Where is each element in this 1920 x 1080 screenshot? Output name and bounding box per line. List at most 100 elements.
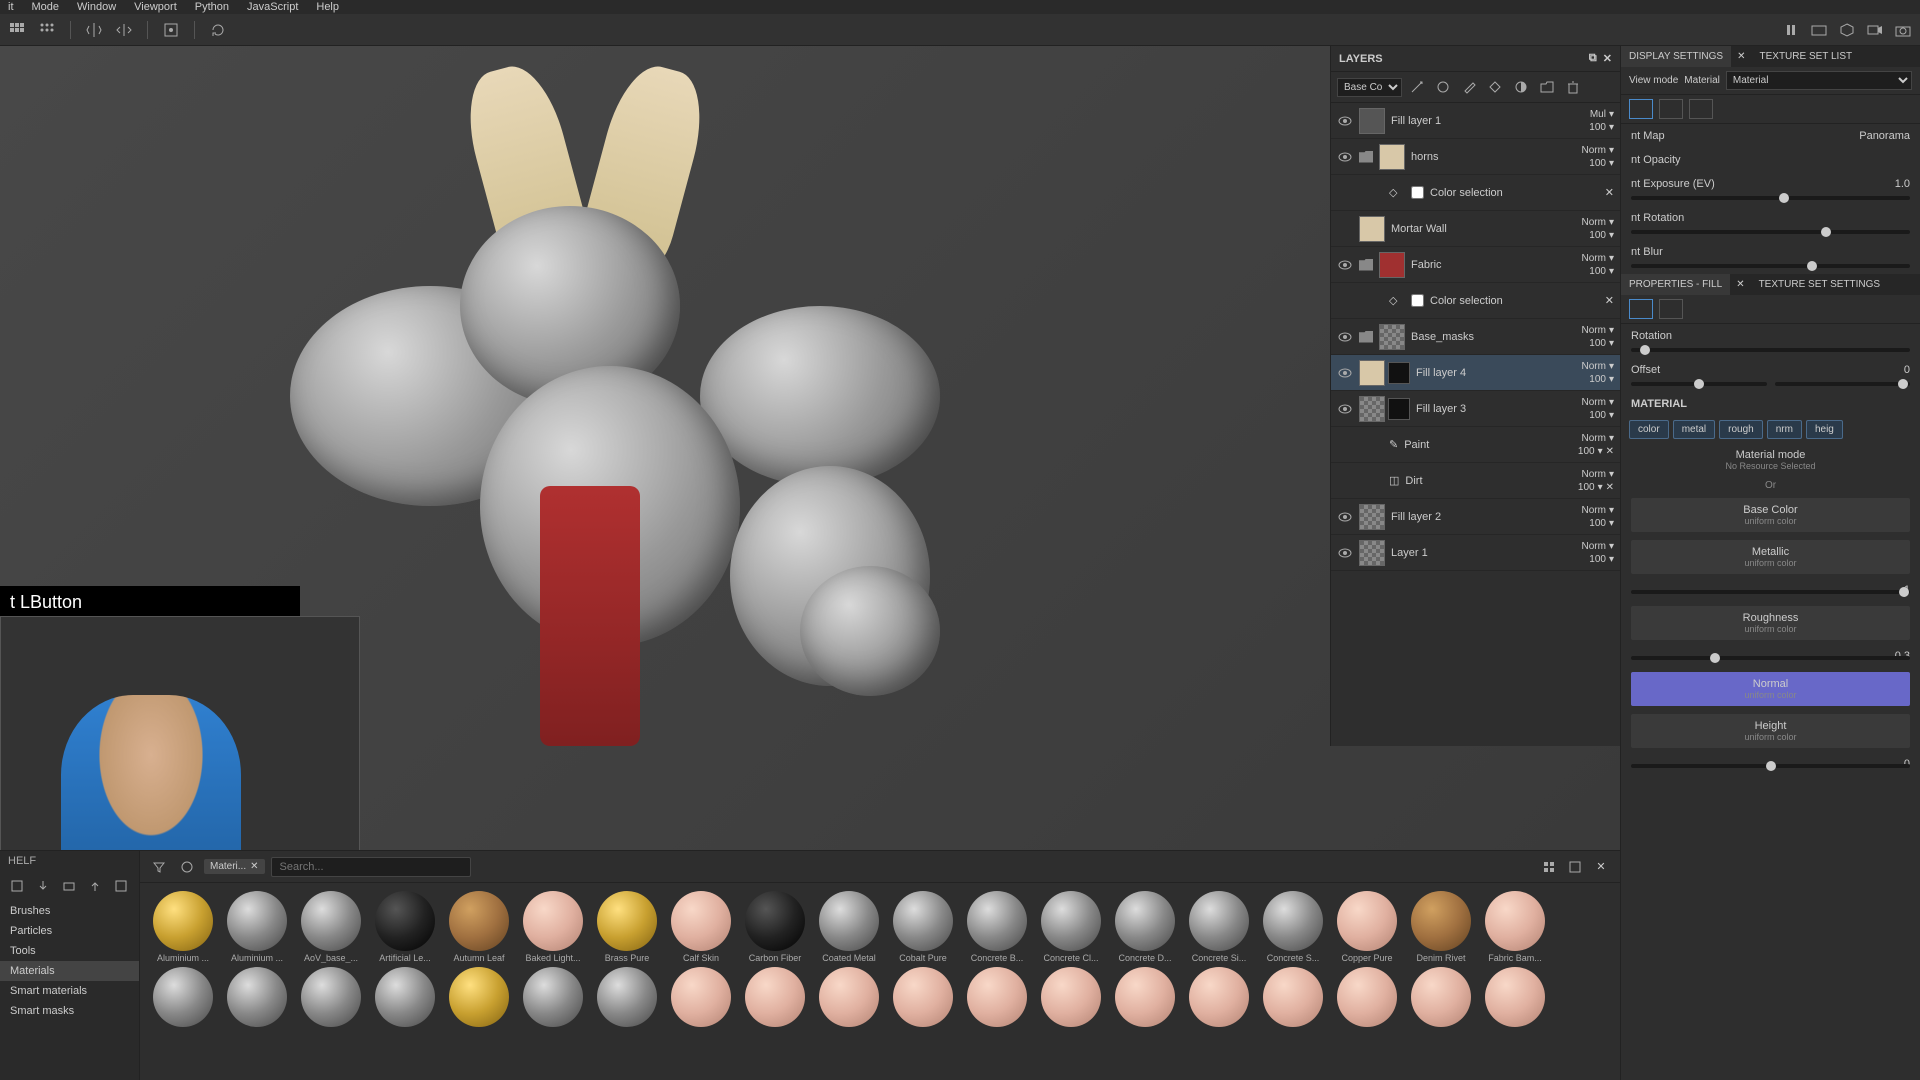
chevron-down-icon[interactable]: ▾ bbox=[1609, 217, 1614, 228]
layer-thumbnail[interactable] bbox=[1359, 540, 1385, 566]
chevron-down-icon[interactable]: ▾ bbox=[1609, 145, 1614, 156]
layer-thumbnail[interactable] bbox=[1379, 144, 1405, 170]
folder-icon[interactable] bbox=[1536, 76, 1558, 98]
refresh-icon[interactable] bbox=[207, 19, 229, 41]
blend-mode[interactable]: Norm bbox=[1582, 325, 1606, 336]
material-item[interactable]: Concrete S... bbox=[1258, 891, 1328, 963]
layer-name[interactable]: Fill layer 1 bbox=[1391, 115, 1583, 127]
material-item[interactable] bbox=[592, 967, 662, 1027]
material-item[interactable]: Artificial Le... bbox=[370, 891, 440, 963]
chevron-down-icon[interactable]: ▾ bbox=[1609, 410, 1614, 421]
material-item[interactable]: Concrete Cl... bbox=[1036, 891, 1106, 963]
material-item[interactable]: Autumn Leaf bbox=[444, 891, 514, 963]
material-item[interactable]: Aluminium ... bbox=[148, 891, 218, 963]
opacity-value[interactable]: 100 bbox=[1589, 266, 1606, 277]
material-item[interactable]: Fabric Bam... bbox=[1480, 891, 1550, 963]
layer-name[interactable]: horns bbox=[1411, 151, 1576, 163]
layer-thumbnail[interactable] bbox=[1379, 252, 1405, 278]
visibility-icon[interactable] bbox=[1337, 113, 1353, 129]
layer-row[interactable]: FabricNorm▾100▾ bbox=[1331, 247, 1620, 283]
chevron-down-icon[interactable]: ▾ bbox=[1609, 541, 1614, 552]
material-item[interactable]: Baked Light... bbox=[518, 891, 588, 963]
proj-mode-icon[interactable] bbox=[1629, 299, 1653, 319]
opacity-value[interactable]: 100 bbox=[1589, 230, 1606, 241]
shelf-home-icon[interactable] bbox=[6, 875, 28, 897]
material-item[interactable] bbox=[444, 967, 514, 1027]
base-color-button[interactable]: Base Coloruniform color bbox=[1631, 498, 1910, 532]
layer-row[interactable]: ◫DirtNorm▾100▾✕ bbox=[1331, 463, 1620, 499]
grid-icon[interactable] bbox=[6, 19, 28, 41]
layer-name[interactable]: Fabric bbox=[1411, 259, 1576, 271]
chevron-down-icon[interactable]: ▾ bbox=[1609, 505, 1614, 516]
popout-icon[interactable] bbox=[1564, 856, 1586, 878]
blend-mode[interactable]: Norm bbox=[1582, 145, 1606, 156]
mask-thumbnail[interactable] bbox=[1388, 398, 1410, 420]
visibility-icon[interactable] bbox=[1337, 365, 1353, 381]
channel-chip-nrm[interactable]: nrm bbox=[1767, 420, 1802, 439]
shelf-category-tools[interactable]: Tools bbox=[0, 941, 139, 961]
layer-thumbnail[interactable] bbox=[1359, 360, 1385, 386]
close-icon[interactable]: ✕ bbox=[1605, 294, 1614, 307]
layer-name[interactable]: Fill layer 4 bbox=[1416, 367, 1576, 379]
metallic-slider[interactable] bbox=[1631, 590, 1910, 594]
circle-filter-icon[interactable] bbox=[176, 856, 198, 878]
visibility-icon[interactable] bbox=[1337, 329, 1353, 345]
chevron-down-icon[interactable]: ▾ bbox=[1609, 109, 1614, 120]
close-icon[interactable]: ✕ bbox=[1606, 482, 1614, 493]
chevron-down-icon[interactable]: ▾ bbox=[1598, 446, 1603, 457]
mirror-icon[interactable] bbox=[113, 19, 135, 41]
offset-x-slider[interactable] bbox=[1631, 382, 1767, 386]
filter-tag[interactable]: Materi...✕ bbox=[204, 859, 265, 874]
chevron-down-icon[interactable]: ▾ bbox=[1609, 158, 1614, 169]
menu-python[interactable]: Python bbox=[195, 1, 229, 13]
layer-name[interactable]: Color selection bbox=[1430, 187, 1599, 199]
chevron-down-icon[interactable]: ▾ bbox=[1609, 253, 1614, 264]
layer-thumbnail[interactable] bbox=[1359, 396, 1385, 422]
effect-checkbox[interactable] bbox=[1411, 186, 1424, 199]
material-item[interactable] bbox=[814, 967, 884, 1027]
material-item[interactable]: Brass Pure bbox=[592, 891, 662, 963]
chevron-down-icon[interactable]: ▾ bbox=[1609, 361, 1614, 372]
material-item[interactable]: Cobalt Pure bbox=[888, 891, 958, 963]
channel-chip-metal[interactable]: metal bbox=[1673, 420, 1715, 439]
layer-name[interactable]: Paint bbox=[1404, 439, 1572, 451]
layer-thumbnail[interactable] bbox=[1359, 216, 1385, 242]
material-item[interactable] bbox=[962, 967, 1032, 1027]
layer-thumbnail[interactable] bbox=[1359, 108, 1385, 134]
viewmode-select[interactable]: Material bbox=[1726, 71, 1912, 90]
tab-texture-set-list[interactable]: TEXTURE SET LIST bbox=[1752, 46, 1861, 67]
opacity-value[interactable]: 100 bbox=[1589, 410, 1606, 421]
visibility-icon[interactable] bbox=[1337, 221, 1353, 237]
layer-thumbnail[interactable] bbox=[1359, 504, 1385, 530]
chevron-down-icon[interactable]: ▾ bbox=[1609, 374, 1614, 385]
popout-icon[interactable]: ⧉ bbox=[1589, 52, 1597, 65]
layer-row[interactable]: ✎PaintNorm▾100▾✕ bbox=[1331, 427, 1620, 463]
opacity-value[interactable]: 100 bbox=[1589, 122, 1606, 133]
rotation-slider[interactable] bbox=[1631, 230, 1910, 234]
proj-mode2-icon[interactable] bbox=[1659, 299, 1683, 319]
material-item[interactable]: Carbon Fiber bbox=[740, 891, 810, 963]
menu-window[interactable]: Window bbox=[77, 1, 116, 13]
chevron-down-icon[interactable]: ▾ bbox=[1609, 266, 1614, 277]
chevron-down-icon[interactable]: ▾ bbox=[1609, 469, 1614, 480]
blend-mode[interactable]: Norm bbox=[1582, 361, 1606, 372]
material-item[interactable]: Copper Pure bbox=[1332, 891, 1402, 963]
blend-mode[interactable]: Norm bbox=[1582, 217, 1606, 228]
exposure-slider[interactable] bbox=[1631, 196, 1910, 200]
chevron-down-icon[interactable]: ▾ bbox=[1609, 122, 1614, 133]
menu-help[interactable]: Help bbox=[316, 1, 339, 13]
close-shelf-icon[interactable]: ✕ bbox=[1590, 856, 1612, 878]
chevron-down-icon[interactable]: ▾ bbox=[1609, 230, 1614, 241]
layer-row[interactable]: Layer 1Norm▾100▾ bbox=[1331, 535, 1620, 571]
perspective-icon[interactable] bbox=[160, 19, 182, 41]
opacity-value[interactable]: 100 bbox=[1589, 554, 1606, 565]
menu-javascript[interactable]: JavaScript bbox=[247, 1, 298, 13]
material-mode-value[interactable]: No Resource Selected bbox=[1627, 461, 1914, 471]
shelf-search-input[interactable] bbox=[271, 857, 471, 877]
layer-row[interactable]: Fill layer 1Mul▾100▾ bbox=[1331, 103, 1620, 139]
material-item[interactable]: Concrete B... bbox=[962, 891, 1032, 963]
layer-row[interactable]: Mortar WallNorm▾100▾ bbox=[1331, 211, 1620, 247]
render-icon[interactable] bbox=[1808, 19, 1830, 41]
channel-chip-color[interactable]: color bbox=[1629, 420, 1669, 439]
fill-rotation-slider[interactable] bbox=[1631, 348, 1910, 352]
